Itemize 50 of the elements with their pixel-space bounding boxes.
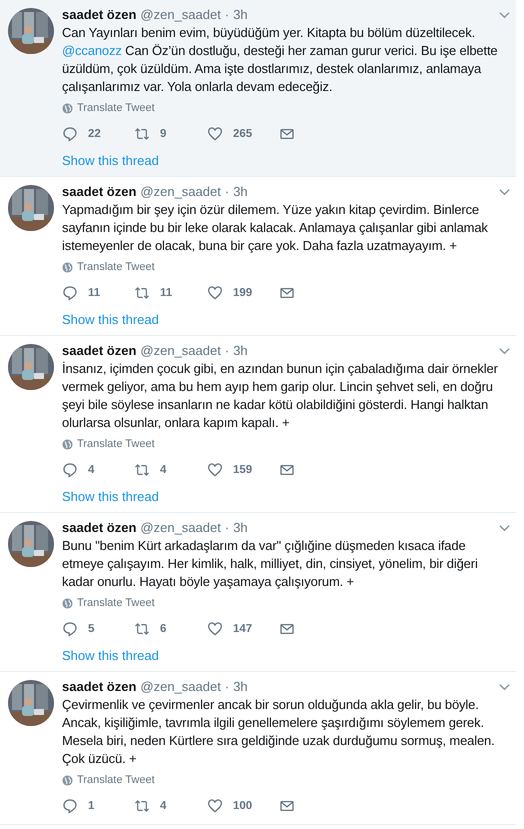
timestamp[interactable]: 3h [233,678,248,696]
timestamp[interactable]: 3h [233,183,248,201]
author-name[interactable]: saadet özen [62,342,136,360]
retweet-count: 4 [160,464,166,476]
author-handle[interactable]: @zen_saadet [140,183,221,201]
author-handle[interactable]: @zen_saadet [140,519,221,537]
author-handle[interactable]: @zen_saadet [140,342,221,360]
show-thread-link[interactable]: Show this thread [62,153,159,168]
timestamp[interactable]: 3h [233,519,248,537]
retweet-count: 4 [160,800,166,812]
tweet-text: Çevirmenlik ve çevirmenler ancak bir sorun olduğunda akla gelir, bu böyle. Ancak, kişiliğimle, tavrımla ilgili genellemelere şaşırdığımı söylemem gerek. Mesela biri, neden Kürtlere sıra geldiğinde uzak durduğumu sormuş, mealen. Çok üzücü. + [62,696,496,768]
reply-count: 22 [88,128,101,140]
translate-link[interactable]: Translate Tweet [77,774,155,786]
reply-count: 4 [88,464,94,476]
author-handle[interactable]: @zen_saadet [140,678,221,696]
separator-dot: · [224,519,230,537]
retweet-count: 11 [160,287,172,299]
separator-dot: · [224,342,230,360]
timestamp[interactable]: 3h [233,342,248,360]
reply-count: 11 [88,287,100,299]
separator-dot: · [224,678,230,696]
author-name[interactable]: saadet özen [62,183,136,201]
author-handle[interactable]: @zen_saadet [140,6,221,24]
tweet-text: Yapmadığım bir şey için özür dilemem. Yüze yakın kitap çevirdim. Binlerce sayfanın içinde bu bir leke olarak kalacak. Anlamaya çalışanlar gibi anlamak istemeyenler de olacak, buna bir çare yok. Daha fazla uzatmayayım. + [62,201,489,255]
translate-link[interactable]: Translate Tweet [77,102,155,114]
show-thread-link[interactable]: Show this thread [62,489,159,504]
like-count: 100 [233,800,252,812]
like-count: 159 [233,464,252,476]
tweet-text: Bunu "benim Kürt arkadaşlarım da var" çığlığine düşmeden kısaca ifade etmeye çalışayım. Her kimlik, halk, milliyet, din, cinsiyet, yönelim, bir diğeri kadar onurlu. Hayatı böyle yaşamaya çalışıyorum. + [62,537,479,591]
timestamp[interactable]: 3h [233,6,248,24]
tweet-text: Can Yayınları benim evim, büyüdüğüm yer. Kitapta bu bölüm düzeltilecek. @ccanozz Can Öz’ün dostluğu, desteği her zaman gurur verici. Bu işe elbette üzüldüm, çok üzüldüm. Ama işte dostlarımız, destek olanlarımız, anlamaya çalışanlarımız var. Yola onlarla devam edeceğiz. [62,24,499,96]
like-count: 265 [233,128,252,140]
translate-link[interactable]: Translate Tweet [77,261,155,273]
reply-count: 5 [88,623,94,635]
separator-dot: · [224,6,230,24]
show-thread-link[interactable]: Show this thread [62,648,159,663]
author-name[interactable]: saadet özen [62,519,136,537]
like-count: 199 [233,287,252,299]
translate-link[interactable]: Translate Tweet [77,438,155,450]
reply-count: 1 [88,800,94,812]
author-name[interactable]: saadet özen [62,6,136,24]
retweet-count: 6 [160,623,166,635]
show-thread-link[interactable]: Show this thread [62,312,159,327]
author-name[interactable]: saadet özen [62,678,136,696]
retweet-count: 9 [160,128,166,140]
separator-dot: · [224,183,230,201]
translate-link[interactable]: Translate Tweet [77,597,155,609]
mention-link[interactable]: @ccanozz [62,43,122,58]
tweet-text: İnsanız, içimden çocuk gibi, en azından bunun için çabaladığıma dair örnekler vermek geliyor, ama bu hem ayıp hem garip olur. Lincin şehvet seli, en doğru şeyi bile söylese insanların ne kadar kötü olabildiğini gösterdi. Hangi halktan olurlarsa olsunlar, onlara kapım kapalı. + [62,360,499,432]
like-count: 147 [233,623,252,635]
